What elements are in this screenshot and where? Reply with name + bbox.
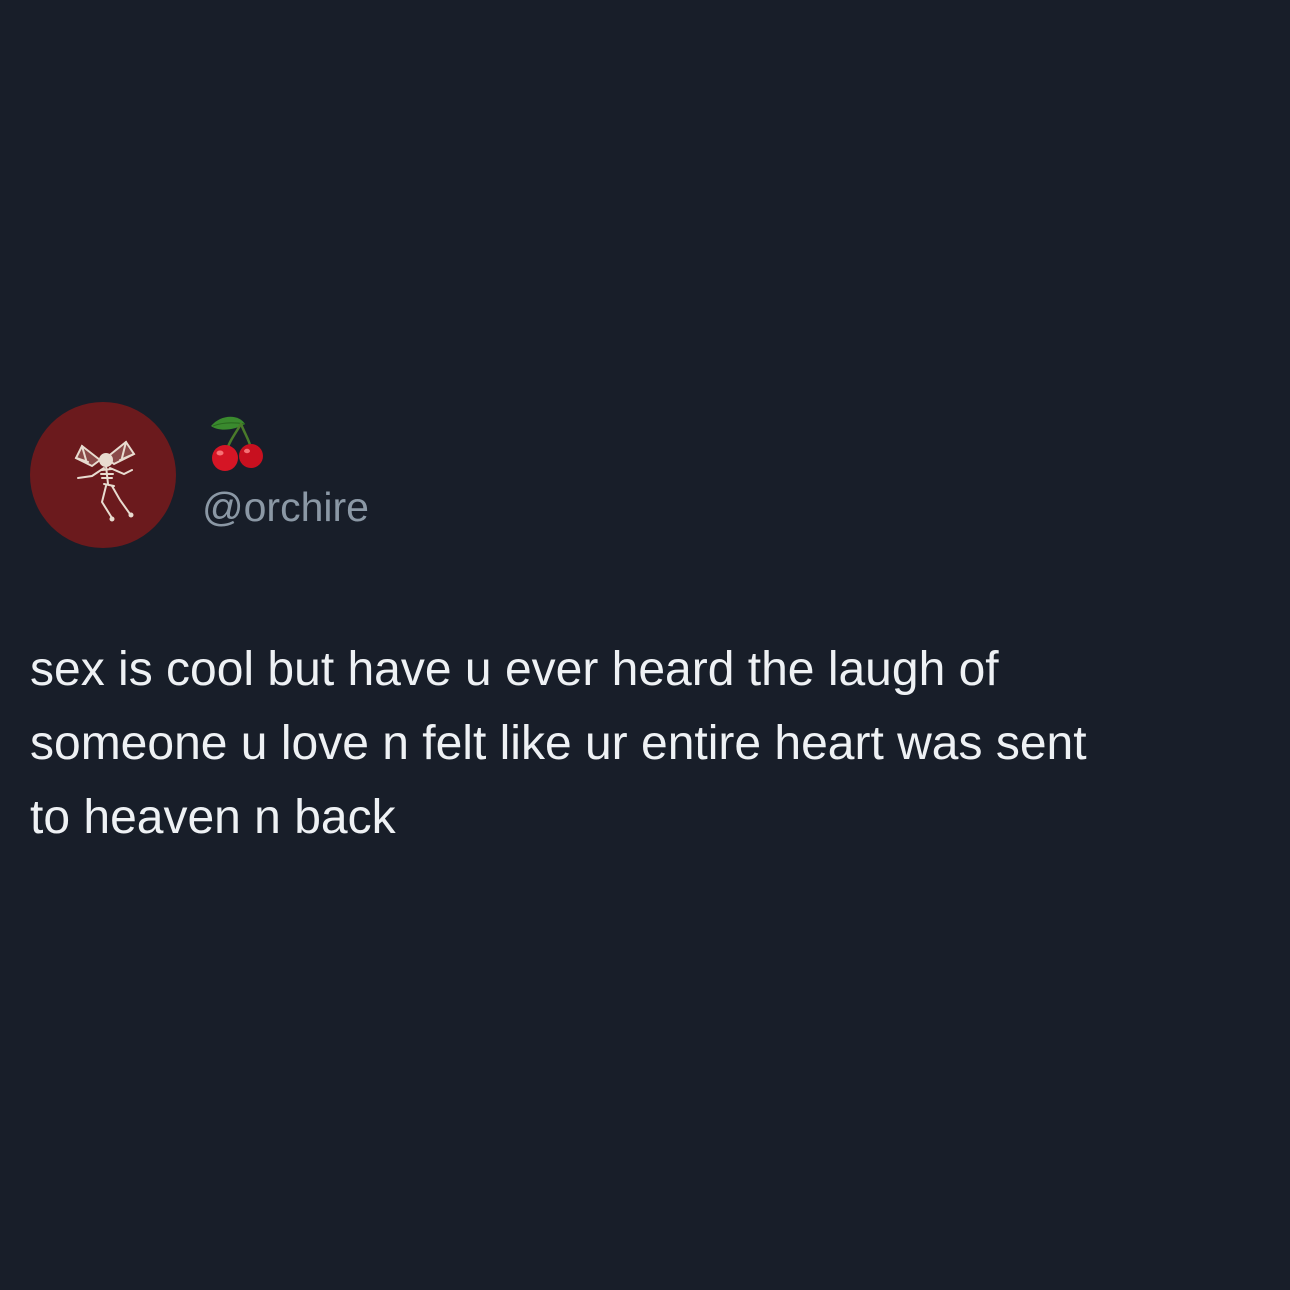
- cherries-emoji: [211, 416, 263, 471]
- tweet-card: @orchire sex is cool but have u ever hea…: [0, 0, 1290, 1290]
- tweet-text-line: someone u love n felt like ur entire hea…: [30, 717, 1087, 770]
- tweet-text-line: to heaven n back: [30, 791, 396, 844]
- display-name[interactable]: [205, 412, 269, 474]
- tweet-text: sex is cool but have u ever heard the la…: [30, 633, 1270, 855]
- tweet-text-line: sex is cool but have u ever heard the la…: [30, 643, 999, 696]
- avatar[interactable]: [30, 402, 176, 548]
- user-handle[interactable]: @orchire: [202, 484, 369, 530]
- skeleton-fairy-icon: [74, 440, 136, 522]
